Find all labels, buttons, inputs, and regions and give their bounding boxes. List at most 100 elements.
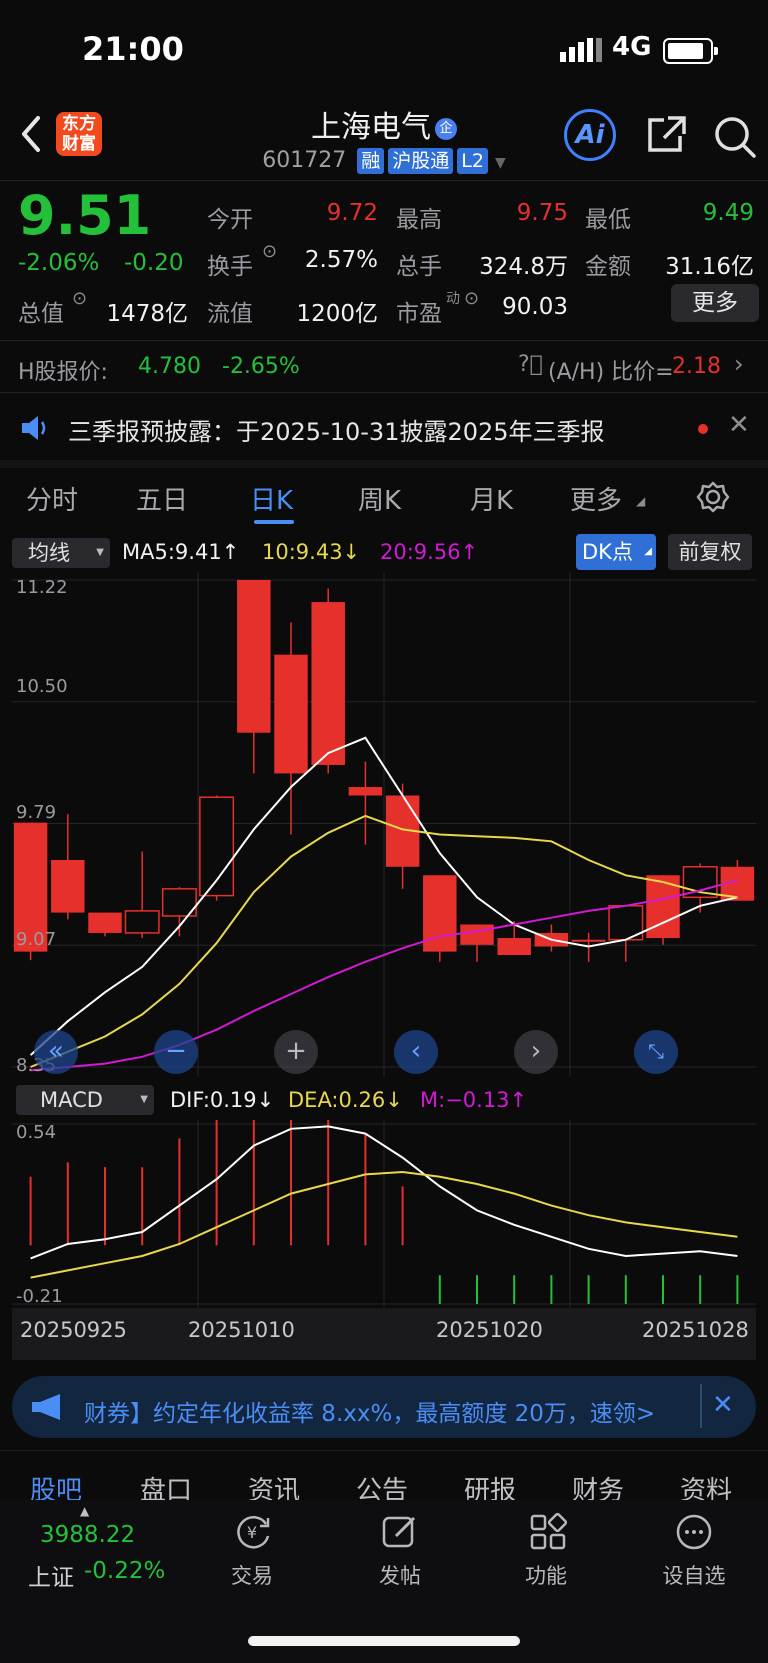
dif-value: DIF:0.19↓: [170, 1088, 275, 1112]
volume-value: 324.8万: [479, 254, 568, 280]
settings-gear-icon[interactable]: [696, 480, 730, 518]
tab-intraday[interactable]: 分时: [26, 480, 78, 517]
candle-body: [497, 938, 531, 956]
clock: 21:00: [82, 30, 184, 68]
grid-icon[interactable]: [528, 1512, 568, 1556]
search-icon[interactable]: [712, 114, 758, 164]
ma20-value: 20:9.56↑: [380, 540, 479, 564]
share-icon[interactable]: [644, 114, 688, 160]
dropdown-icon[interactable]: ▼: [495, 155, 506, 171]
high-label: 最高: [396, 207, 442, 233]
ma10-value: 10:9.43↓: [262, 540, 361, 564]
mcap-value: 1478亿: [106, 301, 188, 327]
date-tick: 20251028: [642, 1318, 749, 1342]
tab-more-caret-icon: ◢: [636, 494, 646, 508]
compose-icon[interactable]: [380, 1512, 420, 1556]
candle-body: [460, 924, 494, 945]
macd-selector[interactable]: MACD ▼: [16, 1085, 154, 1115]
battery-icon: [663, 38, 718, 64]
candle-body: [274, 654, 308, 774]
close-icon[interactable]: ✕: [728, 410, 750, 440]
hshare-label: H股报价:: [18, 360, 108, 385]
macd-tick: -0.21: [16, 1286, 63, 1307]
section-gap: [0, 460, 768, 468]
nav-add-watchlist[interactable]: 设自选: [654, 1560, 734, 1590]
tag-connect: 沪股通: [388, 148, 454, 174]
chevron-right-icon[interactable]: ›: [514, 1030, 558, 1074]
ai-button[interactable]: Ai: [564, 109, 616, 161]
nav-functions[interactable]: 功能: [506, 1560, 586, 1590]
svg-text:¥: ¥: [247, 1523, 257, 1542]
tab-more[interactable]: 更多: [570, 480, 622, 517]
unread-dot: [698, 424, 708, 434]
caret-up-icon: ▲: [80, 1504, 90, 1518]
chevron-right-icon[interactable]: ›: [734, 350, 744, 378]
close-icon[interactable]: ✕: [712, 1390, 734, 1420]
hshare-change: -2.65%: [222, 354, 300, 379]
ah-ratio-label: (A/H) 比价=: [548, 360, 674, 385]
notice-text[interactable]: 三季报预披露：于2025-10-31披露2025年三季报: [68, 412, 605, 447]
dk-point-button[interactable]: DK点 ◢: [576, 534, 656, 570]
price-tick: 9.79: [16, 802, 57, 823]
tag-level2: L2: [457, 148, 488, 174]
help-icon[interactable]: ?⃝: [518, 352, 543, 377]
nav-post[interactable]: 发帖: [360, 1560, 440, 1590]
trade-icon[interactable]: ¥: [232, 1512, 272, 1556]
pe-info-icon[interactable]: ⊙: [464, 288, 479, 309]
promo-text[interactable]: 财券】约定年化收益率 8.xx%，最高额度 20万，速领>: [84, 1394, 655, 1428]
enterprise-badge: 企: [435, 117, 457, 140]
date-tick: 20251020: [436, 1318, 543, 1342]
zoom-out-icon[interactable]: −: [154, 1030, 198, 1074]
divider: [0, 340, 768, 341]
more-button[interactable]: 更多: [671, 284, 759, 322]
price-tick: 10.50: [16, 676, 68, 697]
ah-ratio-value: 2.18: [672, 354, 721, 379]
stock-code: 601727: [262, 148, 347, 173]
candle-body: [348, 787, 383, 796]
volume-label: 总手: [396, 254, 442, 280]
hshare-price: 4.780: [138, 354, 201, 379]
info-icon[interactable]: ⊙: [72, 288, 87, 309]
scroll-left-start-icon[interactable]: «: [34, 1030, 78, 1074]
last-price: 9.51: [18, 184, 152, 247]
low-value: 9.49: [702, 200, 754, 226]
index-value[interactable]: 3988.22: [40, 1522, 135, 1548]
high-value: 9.75: [516, 200, 568, 226]
candle-body: [88, 912, 122, 933]
macd-chart[interactable]: [12, 1120, 756, 1308]
nav-trade[interactable]: 交易: [212, 1560, 292, 1590]
candle-body: [237, 580, 271, 733]
kline-chart[interactable]: [12, 572, 756, 1077]
macd-tick: 0.54: [16, 1122, 57, 1143]
pe-sup: 动: [446, 291, 460, 307]
index-change[interactable]: -0.22%: [84, 1558, 165, 1584]
active-tab-indicator: [254, 520, 294, 524]
candle-body: [571, 939, 606, 942]
fullscreen-icon[interactable]: ⤡: [634, 1030, 678, 1074]
divider: [0, 1450, 768, 1451]
stock-name: 上海电气: [311, 110, 431, 145]
tab-five-day[interactable]: 五日: [136, 480, 188, 517]
mcap-label: 总值: [18, 301, 64, 327]
ma5-value: MA5:9.41↑: [122, 540, 240, 564]
dropdown-icon: ▼: [140, 1094, 148, 1105]
adjust-button[interactable]: 前复权: [668, 534, 752, 570]
chevron-left-icon[interactable]: ‹: [394, 1030, 438, 1074]
float-label: 流值: [207, 301, 253, 327]
m-value: M:−0.13↑: [420, 1088, 528, 1112]
turnover-info-icon[interactable]: ⊙: [262, 241, 277, 262]
dk-caret-icon: ◢: [644, 546, 652, 557]
more-circle-icon[interactable]: [674, 1512, 714, 1556]
open-label: 今开: [207, 207, 253, 233]
tab-daily-k[interactable]: 日K: [250, 480, 293, 517]
index-name[interactable]: 上证: [28, 1558, 74, 1592]
divider: [0, 392, 768, 393]
tab-monthly-k[interactable]: 月K: [470, 480, 513, 517]
candle-body: [124, 910, 160, 934]
divider: [0, 180, 768, 181]
candle-body: [311, 602, 345, 765]
candle-body: [51, 859, 85, 913]
tab-weekly-k[interactable]: 周K: [358, 480, 401, 517]
zoom-in-icon[interactable]: +: [274, 1030, 318, 1074]
indicator-selector[interactable]: 均线 ▼: [12, 538, 110, 568]
